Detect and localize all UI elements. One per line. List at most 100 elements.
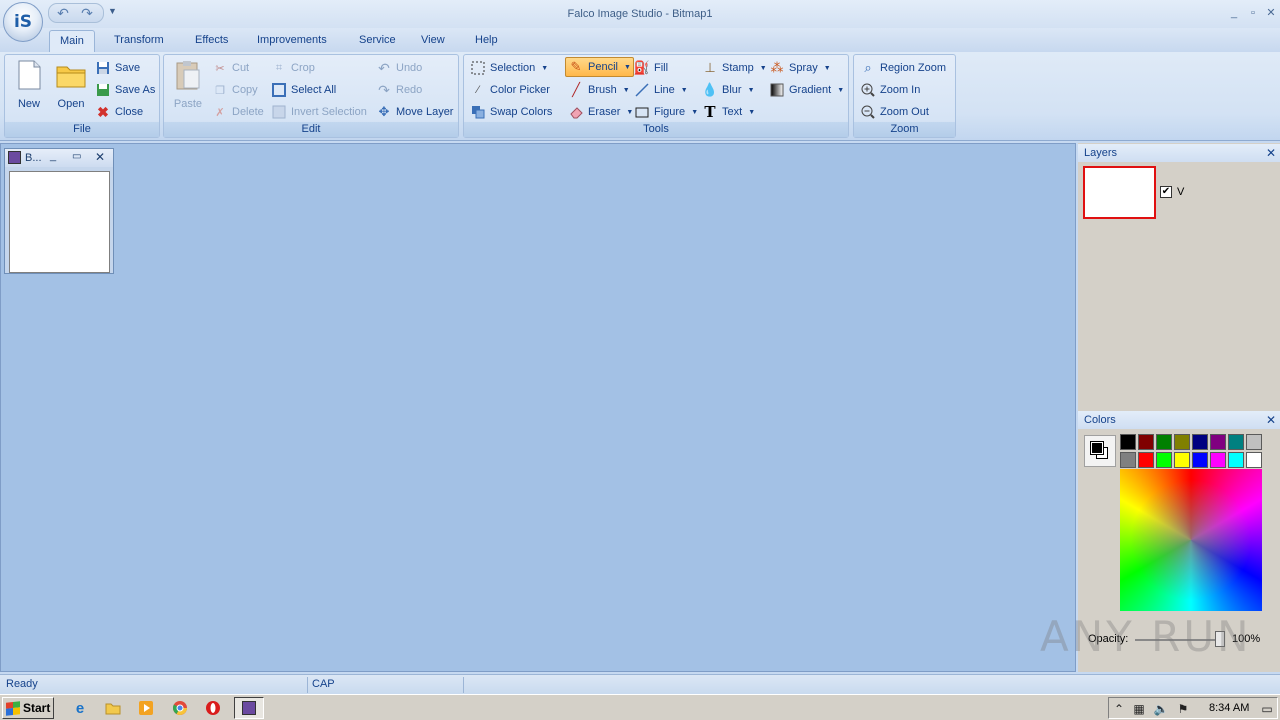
document-window[interactable]: B... _ ▭ ✕	[4, 148, 114, 274]
spray-tool-button[interactable]: ⁂ Spray ▼	[769, 58, 831, 78]
blur-tool-button[interactable]: 💧 Blur ▼	[702, 80, 755, 100]
selection-tool-button[interactable]: Selection ▼	[470, 58, 548, 78]
save-as-button[interactable]: Save As	[95, 80, 155, 100]
tab-effects[interactable]: Effects	[185, 33, 238, 52]
cut-label: Cut	[232, 62, 250, 74]
color-picker-button[interactable]: ⁄ Color Picker	[470, 80, 550, 100]
paste-button[interactable]: Paste	[170, 57, 206, 117]
file-group-label: File	[5, 122, 159, 137]
right-pane: Layers ✕ ✔ V Colors ✕ Opacity: 100%	[1078, 143, 1280, 672]
document-titlebar[interactable]: B... _ ▭ ✕	[5, 149, 113, 167]
copy-button[interactable]: ❐ Copy	[212, 80, 258, 100]
fill-tool-button[interactable]: ⛽ Fill	[634, 58, 668, 78]
redo-button[interactable]: ↷ Redo	[376, 80, 422, 100]
cut-button[interactable]: ✂ Cut	[212, 58, 249, 78]
line-tool-button[interactable]: Line ▼	[634, 80, 688, 100]
palette-swatch[interactable]	[1228, 434, 1244, 450]
layer-visibility-checkbox[interactable]: ✔	[1160, 186, 1172, 198]
palette-swatch[interactable]	[1174, 452, 1190, 468]
close-window-icon[interactable]: ✕	[1263, 6, 1279, 20]
file-explorer-icon[interactable]	[104, 699, 122, 717]
opera-icon[interactable]	[204, 699, 222, 717]
file-group: New Open Save Save As ✖ Close File	[4, 54, 160, 138]
network-icon[interactable]: ▦	[1131, 701, 1147, 717]
doc-maximize-icon[interactable]: ▭	[72, 151, 81, 162]
new-button[interactable]: New	[11, 57, 47, 117]
invert-selection-button[interactable]: Invert Selection	[271, 102, 367, 122]
tab-view[interactable]: View	[411, 33, 455, 52]
layer-thumbnail[interactable]	[1083, 166, 1156, 219]
close-icon[interactable]: ✕	[1266, 144, 1276, 162]
figure-tool-button[interactable]: Figure ▼	[634, 102, 698, 122]
tab-main[interactable]: Main	[49, 30, 95, 52]
palette-swatch[interactable]	[1120, 434, 1136, 450]
delete-button[interactable]: ✗ Delete	[212, 102, 263, 122]
palette-swatch[interactable]	[1138, 452, 1154, 468]
palette-swatch[interactable]	[1174, 434, 1190, 450]
select-all-button[interactable]: Select All	[271, 80, 336, 100]
fg-bg-color-swatch[interactable]	[1084, 435, 1116, 467]
stamp-tool-button[interactable]: ⊥ Stamp ▼	[702, 58, 766, 78]
select-all-label: Select All	[291, 84, 337, 96]
tab-transform[interactable]: Transform	[104, 33, 174, 52]
pencil-tool-button[interactable]: ✎ Pencil ▼	[565, 57, 634, 77]
palette-swatch[interactable]	[1156, 452, 1172, 468]
save-button[interactable]: Save	[95, 58, 140, 78]
app-logo: iS	[13, 12, 33, 32]
undo-label: Undo	[396, 62, 423, 74]
palette-swatch[interactable]	[1228, 452, 1244, 468]
region-zoom-button[interactable]: ⌕ Region Zoom	[860, 58, 946, 78]
taskbar-falco-image-studio[interactable]	[234, 697, 264, 719]
minimize-icon[interactable]: _	[1226, 6, 1242, 20]
zoom-out-button[interactable]: Zoom Out	[860, 102, 929, 122]
undo-button[interactable]: ↶ Undo	[376, 58, 422, 78]
palette-swatch[interactable]	[1192, 452, 1208, 468]
tray-expand-icon[interactable]: ⌃	[1111, 701, 1127, 717]
show-desktop-icon[interactable]: ▭	[1259, 701, 1275, 717]
swap-colors-button[interactable]: Swap Colors	[470, 102, 552, 122]
palette-swatch[interactable]	[1210, 434, 1226, 450]
media-player-icon[interactable]	[137, 699, 155, 717]
crop-button[interactable]: ⌗ Crop	[271, 58, 315, 78]
crop-label: Crop	[291, 62, 315, 74]
close-icon[interactable]: ✕	[1266, 411, 1276, 429]
palette-swatch[interactable]	[1192, 434, 1208, 450]
workspace[interactable]: B... _ ▭ ✕	[0, 143, 1076, 672]
new-label: New	[17, 98, 40, 110]
start-button[interactable]: Start	[2, 697, 54, 719]
gradient-tool-button[interactable]: Gradient ▼	[769, 80, 844, 100]
brush-tool-button[interactable]: ╱ Brush ▼	[568, 80, 630, 100]
volume-icon[interactable]: 🔈	[1153, 701, 1169, 717]
close-button[interactable]: ✖ Close	[95, 102, 143, 122]
zoom-group: ⌕ Region Zoom Zoom In Zoom Out Zoom	[853, 54, 956, 138]
tab-help[interactable]: Help	[465, 33, 508, 52]
palette-swatch[interactable]	[1246, 434, 1262, 450]
color-spectrum[interactable]	[1120, 469, 1262, 611]
doc-minimize-icon[interactable]: _	[50, 150, 56, 162]
clock[interactable]: 8:34 AM	[1209, 702, 1249, 714]
palette-swatch[interactable]	[1246, 452, 1262, 468]
palette-swatch[interactable]	[1138, 434, 1154, 450]
new-file-icon	[18, 60, 41, 90]
palette-swatch[interactable]	[1120, 452, 1136, 468]
image-canvas[interactable]	[9, 171, 110, 273]
zoom-group-label: Zoom	[854, 122, 955, 137]
eraser-tool-button[interactable]: Eraser ▼	[568, 102, 633, 122]
dropdown-arrow-icon: ▼	[823, 64, 831, 72]
foreground-color-swatch[interactable]	[1090, 441, 1104, 455]
chrome-icon[interactable]	[171, 699, 189, 717]
tools-group-label: Tools	[464, 122, 848, 137]
tab-service[interactable]: Service	[349, 33, 406, 52]
internet-explorer-icon[interactable]: e	[71, 699, 89, 717]
app-menu-button[interactable]: iS	[3, 2, 43, 42]
maximize-icon[interactable]: ▫	[1245, 6, 1261, 20]
palette-swatch[interactable]	[1210, 452, 1226, 468]
open-button[interactable]: Open	[53, 57, 89, 117]
palette-swatch[interactable]	[1156, 434, 1172, 450]
zoom-in-button[interactable]: Zoom In	[860, 80, 920, 100]
text-tool-button[interactable]: T Text ▼	[702, 102, 755, 122]
tab-improvements[interactable]: Improvements	[247, 33, 337, 52]
action-center-flag-icon[interactable]: ⚑	[1175, 701, 1191, 717]
move-layer-button[interactable]: ✥ Move Layer	[376, 102, 454, 122]
doc-close-icon[interactable]: ✕	[95, 150, 105, 164]
